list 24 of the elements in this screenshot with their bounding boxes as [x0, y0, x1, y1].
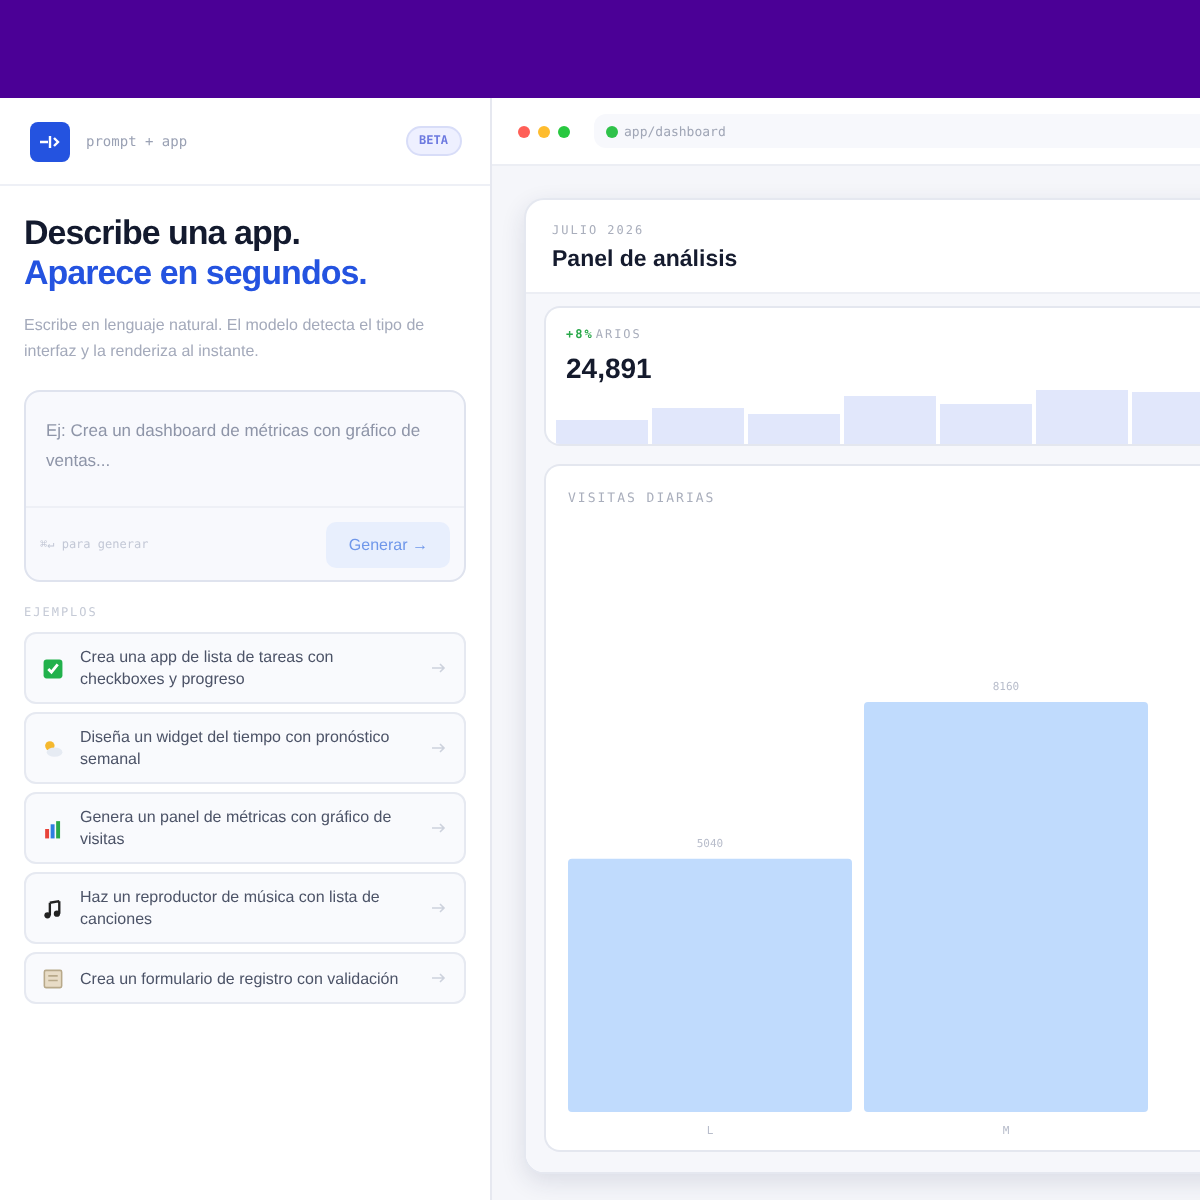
clipboard-icon	[42, 967, 64, 989]
example-item[interactable]: Haz un reproductor de música con lista de canciones	[24, 872, 466, 944]
sun-cloud-icon	[42, 737, 64, 759]
close-dot[interactable]	[518, 125, 530, 137]
logo-icon	[30, 121, 70, 161]
example-item[interactable]: Crea una app de lista de tareas con checkboxes y progreso	[24, 632, 466, 704]
minimize-dot[interactable]	[538, 125, 550, 137]
description: Escribe en lenguaje natural. El modelo detecta el tipo de interfaz y la renderiza al instante.	[24, 314, 427, 364]
checkbox-icon	[42, 657, 64, 679]
arrow-icon	[432, 662, 446, 674]
arrow-icon	[432, 902, 446, 914]
example-item[interactable]: Crea un formulario de registro con validación	[24, 952, 466, 1004]
music-note-icon	[42, 897, 64, 919]
headline-accent: Aparece en segundos.	[24, 254, 369, 294]
arrow-icon	[432, 822, 446, 834]
stat-value: 24,891	[564, 350, 654, 384]
arrow-icon	[432, 972, 446, 984]
example-item[interactable]: Diseña un widget del tiempo con pronóstico semanal	[24, 712, 466, 784]
dashboard-title: Panel de análisis	[552, 248, 740, 272]
example-item[interactable]: Genera un panel de métricas con gráfico de visitas	[24, 792, 466, 864]
maximize-dot[interactable]	[558, 125, 570, 137]
bar-chart-icon	[42, 817, 64, 839]
arrow-icon	[432, 742, 446, 754]
headline: Describe una app.	[24, 214, 302, 254]
